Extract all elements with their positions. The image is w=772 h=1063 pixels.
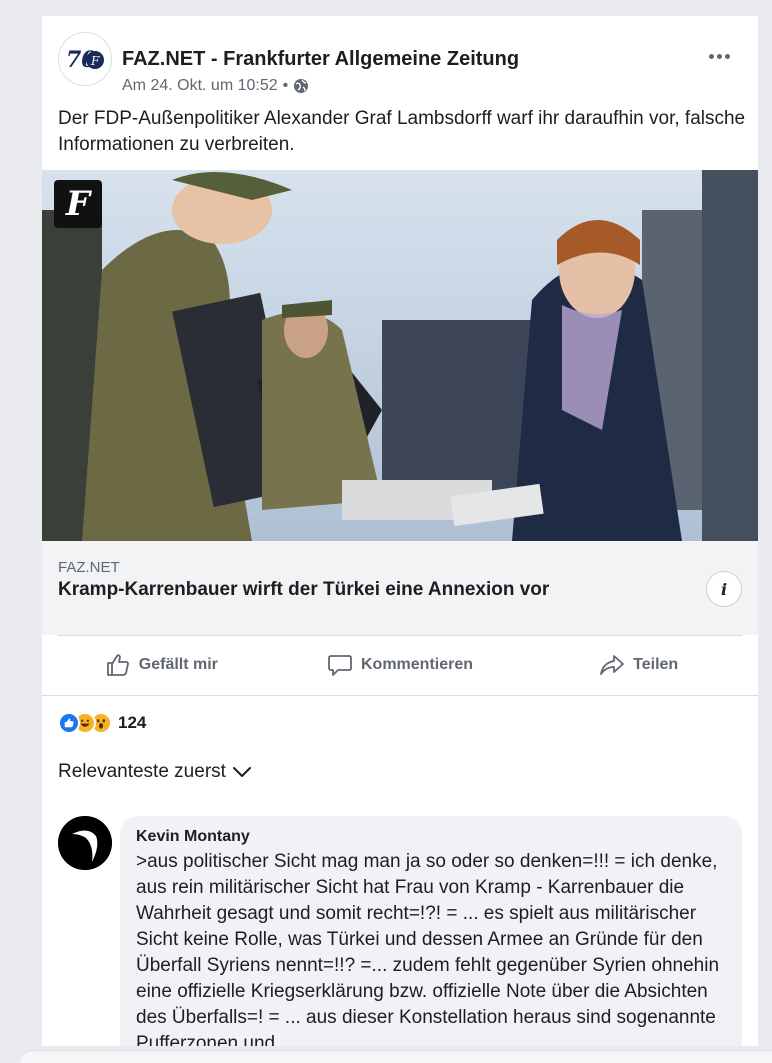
info-icon: i [720,579,728,599]
action-bar: Gefällt mir Kommentieren Teilen [42,636,758,694]
comment-bubble: Kevin Montany >aus politischer Sicht mag… [120,816,742,1046]
sort-label: Relevanteste zuerst [58,761,226,782]
share-button[interactable]: Teilen [519,636,758,694]
comment-icon [328,655,352,676]
comment-label: Kommentieren [360,656,474,673]
globe-icon [294,79,309,93]
chevron-down-icon [232,767,251,777]
faz-70-logo-icon: 70 F [63,37,107,81]
link-preview-info[interactable]: FAZ.NET Kramp-Karrenbauer wirft der Türk… [42,541,758,635]
avatar-swoosh-icon [58,816,112,870]
page-avatar[interactable]: 70 F [58,32,112,86]
svg-text:F: F [90,54,100,68]
post-card: 70 F FAZ.NET - Frankfurter Allgemeine Ze… [42,16,758,1046]
post-meta: Am 24. Okt. um 10:52 • [122,77,309,95]
comment-sort-selector[interactable]: Relevanteste zuerst [58,761,252,783]
faz-logo-badge: F [54,180,102,228]
thumbs-up-icon [106,654,129,676]
bottom-comment-bar[interactable] [20,1050,772,1063]
commenter-avatar[interactable] [58,816,112,870]
more-dot [716,53,722,59]
post-timestamp[interactable]: Am 24. Okt. um 10:52 [122,77,278,95]
share-label: Teilen [633,656,679,673]
link-domain: FAZ.NET [58,559,120,576]
more-options-button[interactable] [704,44,734,68]
more-dot [708,53,714,59]
page-name[interactable]: FAZ.NET - Frankfurter Allgemeine Zeitung [122,48,519,71]
reactions-summary[interactable]: 124 [58,711,146,735]
reaction-count: 124 [118,713,147,732]
link-preview-image[interactable]: F [42,170,758,541]
soldiers-photo [42,170,758,541]
divider [42,695,758,696]
post-header: 70 F FAZ.NET - Frankfurter Allgemeine Ze… [58,32,742,94]
like-label: Gefällt mir [138,656,218,673]
comment-button[interactable]: Kommentieren [281,636,520,694]
faz-logo-letter: F [65,184,91,224]
info-button[interactable]: i [706,571,742,607]
link-title[interactable]: Kramp-Karrenbauer wirft der Türkei eine … [58,579,549,601]
comment-text: >aus politischer Sicht mag man ja so ode… [136,851,720,1046]
meta-separator: • [282,77,289,94]
comment-author[interactable]: Kevin Montany [136,828,726,846]
like-button[interactable]: Gefällt mir [42,636,281,694]
post-text: Der FDP-Außenpolitiker Alexander Graf La… [58,108,746,155]
like-reaction-icon [58,712,80,734]
share-icon [600,655,625,675]
more-dot [724,53,730,59]
